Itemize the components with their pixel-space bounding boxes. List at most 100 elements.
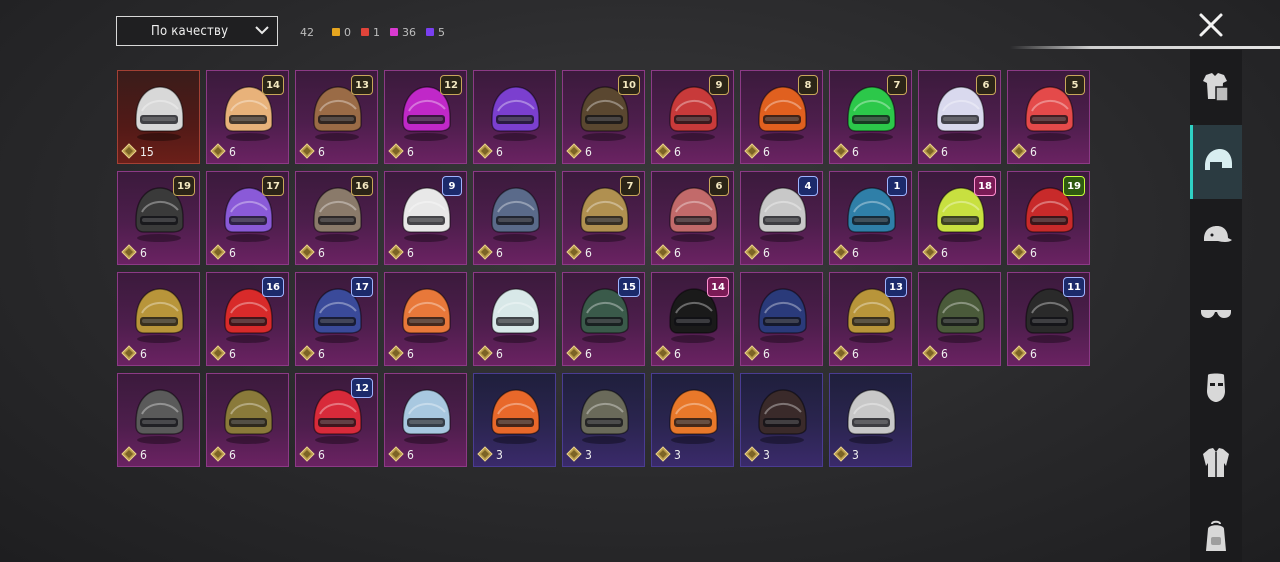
item-card[interactable]: 6 — [206, 373, 289, 467]
coin-icon — [833, 345, 849, 361]
mask-icon — [1207, 373, 1225, 402]
item-card[interactable]: 17 6 — [206, 171, 289, 265]
rarity-count-value: 1 — [373, 25, 380, 39]
sidebar-item-jacket[interactable] — [1190, 425, 1242, 499]
item-card[interactable]: 3 — [562, 373, 645, 467]
item-card[interactable]: 6 — [473, 70, 556, 164]
chevron-down-icon — [255, 26, 269, 35]
item-card[interactable]: 13 6 — [295, 70, 378, 164]
coin-icon — [655, 345, 671, 361]
item-card[interactable]: 3 — [740, 373, 823, 467]
helmet-icon — [758, 389, 807, 444]
item-card[interactable]: 15 — [117, 70, 200, 164]
item-value: 6 — [318, 347, 325, 361]
coin-icon — [1011, 345, 1027, 361]
item-card[interactable]: 6 — [473, 272, 556, 366]
item-value: 6 — [407, 448, 414, 462]
cap-icon — [1204, 226, 1232, 242]
item-card[interactable]: 6 — [117, 272, 200, 366]
sidebar-item-backpack[interactable] — [1190, 500, 1242, 562]
item-card[interactable]: 6 — [740, 272, 823, 366]
item-card[interactable]: 12 6 — [295, 373, 378, 467]
item-value: 3 — [763, 448, 770, 462]
item-card[interactable]: 19 6 — [1007, 171, 1090, 265]
sidebar-item-outfit[interactable] — [1190, 50, 1242, 124]
level-badge: 9 — [442, 176, 462, 196]
coin-icon — [121, 345, 137, 361]
item-value: 6 — [496, 347, 503, 361]
coin-icon — [121, 143, 137, 159]
item-card[interactable]: 3 — [829, 373, 912, 467]
level-badge: 12 — [351, 378, 373, 398]
coin-icon — [477, 244, 493, 260]
item-card[interactable]: 16 — [829, 171, 912, 265]
item-card[interactable]: 66 — [651, 171, 734, 265]
sidebar-item-glasses[interactable] — [1190, 275, 1242, 349]
rarity-count-value: 5 — [438, 25, 445, 39]
coin-icon — [477, 345, 493, 361]
level-badge: 14 — [707, 277, 729, 297]
rarity-count-value: 36 — [402, 25, 416, 39]
item-card[interactable]: 10 6 — [562, 70, 645, 164]
item-value: 6 — [941, 347, 948, 361]
rarity-swatch — [426, 28, 434, 36]
item-card[interactable]: 66 — [918, 70, 1001, 164]
coin-icon — [299, 345, 315, 361]
item-card[interactable]: 3 — [651, 373, 734, 467]
item-card[interactable]: 16 6 — [206, 272, 289, 366]
item-value: 6 — [229, 145, 236, 159]
item-card[interactable]: 14 6 — [651, 272, 734, 366]
level-badge: 12 — [440, 75, 462, 95]
helmet-icon — [224, 389, 273, 444]
coin-icon — [922, 345, 938, 361]
item-card[interactable]: 18 6 — [918, 171, 1001, 265]
item-card[interactable]: 14 6 — [206, 70, 289, 164]
item-value: 6 — [318, 145, 325, 159]
item-card[interactable]: 6 — [473, 171, 556, 265]
level-badge: 6 — [976, 75, 996, 95]
item-card[interactable]: 13 6 — [829, 272, 912, 366]
helmet-icon — [758, 288, 807, 343]
level-badge: 1 — [887, 176, 907, 196]
sidebar-item-helmet[interactable] — [1190, 125, 1242, 199]
item-card[interactable]: 6 — [918, 272, 1001, 366]
item-card[interactable]: 19 6 — [117, 171, 200, 265]
item-value: 3 — [852, 448, 859, 462]
helmet-icon — [491, 187, 540, 242]
coin-icon — [744, 244, 760, 260]
item-card[interactable]: 6 — [117, 373, 200, 467]
item-card[interactable]: 96 — [384, 171, 467, 265]
item-card[interactable]: 76 — [562, 171, 645, 265]
level-badge: 5 — [1065, 75, 1085, 95]
item-card[interactable]: 15 6 — [562, 272, 645, 366]
level-badge: 10 — [618, 75, 640, 95]
item-card[interactable]: 17 6 — [295, 272, 378, 366]
level-badge: 11 — [1063, 277, 1085, 297]
coin-icon — [833, 244, 849, 260]
close-icon[interactable] — [1196, 10, 1226, 40]
item-card[interactable]: 6 — [384, 272, 467, 366]
level-badge: 13 — [351, 75, 373, 95]
item-card[interactable]: 16 6 — [295, 171, 378, 265]
outfit-icon — [1203, 73, 1229, 102]
item-card[interactable]: 46 — [740, 171, 823, 265]
item-value: 3 — [496, 448, 503, 462]
item-value: 3 — [674, 448, 681, 462]
item-card[interactable]: 56 — [1007, 70, 1090, 164]
sidebar-item-mask[interactable] — [1190, 350, 1242, 424]
item-card[interactable]: 11 6 — [1007, 272, 1090, 366]
sidebar-item-cap[interactable] — [1190, 200, 1242, 274]
item-card[interactable]: 76 — [829, 70, 912, 164]
item-value: 6 — [318, 448, 325, 462]
level-badge: 17 — [351, 277, 373, 297]
item-card[interactable]: 12 6 — [384, 70, 467, 164]
item-value: 6 — [674, 145, 681, 159]
item-card[interactable]: 86 — [740, 70, 823, 164]
rarity-count-gold: 0 — [332, 26, 351, 39]
item-card[interactable]: 6 — [384, 373, 467, 467]
coin-icon — [299, 244, 315, 260]
item-value: 6 — [407, 347, 414, 361]
item-card[interactable]: 3 — [473, 373, 556, 467]
sort-dropdown[interactable]: По качеству — [116, 16, 278, 46]
item-card[interactable]: 96 — [651, 70, 734, 164]
